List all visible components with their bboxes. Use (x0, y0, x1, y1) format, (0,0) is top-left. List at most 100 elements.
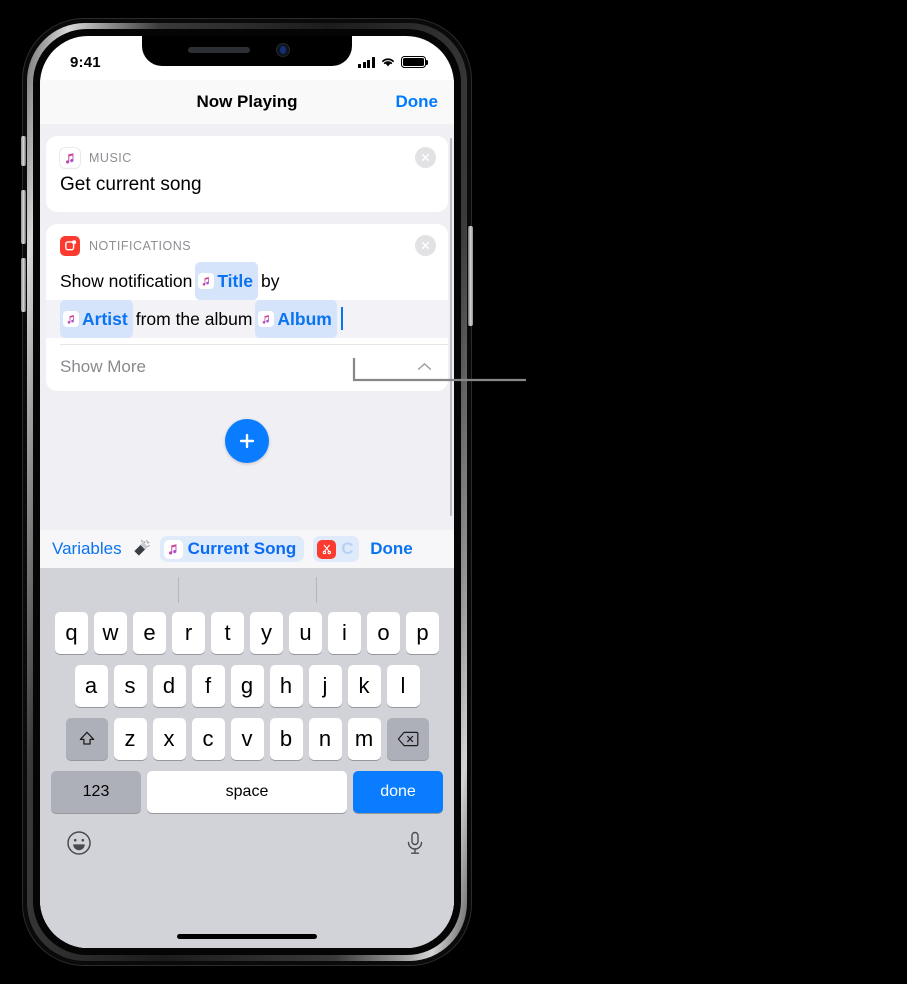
key-q[interactable]: q (55, 612, 88, 654)
key-k[interactable]: k (347, 665, 381, 707)
add-action-row (46, 393, 448, 463)
onscreen-keyboard: qwertyuiop asdfghjkl zxcvbnm 123 space d… (40, 568, 454, 948)
phone-screen: 9:41 Now Playing Done MUSIC Get current … (40, 36, 454, 948)
add-action-button[interactable] (225, 418, 269, 463)
key-h[interactable]: h (269, 665, 303, 707)
key-d[interactable]: d (152, 665, 186, 707)
keyboard-done-key[interactable]: done (353, 771, 443, 813)
status-time: 9:41 (70, 53, 101, 71)
key-j[interactable]: j (308, 665, 342, 707)
key-a[interactable]: a (74, 665, 108, 707)
keyboard-row-1: qwertyuiop (40, 612, 454, 654)
home-indicator[interactable] (177, 934, 317, 939)
key-l[interactable]: l (386, 665, 420, 707)
action-title: Get current song (60, 174, 202, 195)
key-n[interactable]: n (308, 718, 342, 760)
notification-text-editor[interactable]: Show notification Title by Artist from t… (46, 258, 448, 344)
key-z[interactable]: z (113, 718, 147, 760)
key-r[interactable]: r (172, 612, 205, 654)
ringer-switch[interactable] (21, 136, 26, 166)
variables-toolbar: Variables Current Song C Done (40, 530, 454, 568)
notification-suffix-text: by (260, 270, 280, 291)
action-card-header: NOTIFICATIONS (46, 224, 448, 258)
backspace-key[interactable] (386, 718, 429, 760)
key-g[interactable]: g (230, 665, 264, 707)
emoji-smiley-icon[interactable] (66, 830, 92, 856)
key-u[interactable]: u (289, 612, 322, 654)
key-i[interactable]: i (328, 612, 361, 654)
backspace-icon (397, 731, 418, 747)
notification-text-line-2: Artist from the album Album (46, 299, 448, 338)
variable-token-label: Title (217, 270, 253, 291)
earpiece-speaker-icon (188, 47, 250, 53)
remove-action-button[interactable] (415, 234, 436, 256)
numbers-key[interactable]: 123 (51, 771, 141, 813)
notch (142, 36, 352, 66)
volume-up-button[interactable] (21, 190, 26, 244)
show-more-row[interactable]: Show More (46, 345, 448, 391)
keyboard-row-4: 123 space done (40, 771, 454, 813)
variable-token-album[interactable]: Album (255, 299, 337, 338)
music-note-icon (163, 539, 183, 559)
key-s[interactable]: s (113, 665, 147, 707)
vertical-scrollbar[interactable] (449, 138, 452, 516)
shift-key[interactable] (65, 718, 108, 760)
nav-done-button[interactable]: Done (396, 92, 439, 112)
keyboard-bottom-bar (40, 824, 454, 856)
page-title: Now Playing (196, 92, 298, 111)
variable-token-title[interactable]: Title (195, 261, 258, 300)
keyboard-row-3: zxcvbnm (40, 718, 454, 760)
magic-wand-icon[interactable] (131, 539, 151, 559)
shortcut-editor: MUSIC Get current song NOTIFICATIONS Sho… (40, 124, 454, 948)
predictive-divider (178, 577, 179, 603)
predictive-text-bar[interactable] (40, 568, 454, 612)
action-category-label: NOTIFICATIONS (89, 238, 192, 253)
action-card-music[interactable]: MUSIC Get current song (46, 136, 448, 212)
variable-token-clipboard[interactable]: C (313, 536, 360, 562)
key-e[interactable]: e (133, 612, 166, 654)
notification-prefix-text: Show notification (60, 270, 193, 291)
close-icon (421, 241, 430, 249)
predictive-divider (316, 577, 317, 603)
key-y[interactable]: y (250, 612, 283, 654)
key-f[interactable]: f (191, 665, 225, 707)
battery-full-icon (401, 56, 429, 68)
side-power-button[interactable] (468, 226, 473, 326)
space-key[interactable]: space (147, 771, 347, 813)
key-t[interactable]: t (211, 612, 244, 654)
music-app-icon (60, 148, 80, 168)
actions-scroll-area[interactable]: MUSIC Get current song NOTIFICATIONS Sho… (40, 124, 454, 644)
volume-down-button[interactable] (21, 258, 26, 312)
remove-action-button[interactable] (415, 147, 436, 168)
key-x[interactable]: x (152, 718, 186, 760)
screenshot-root: 9:41 Now Playing Done MUSIC Get current … (0, 0, 907, 984)
key-b[interactable]: b (269, 718, 303, 760)
keyboard-letters-row-3: zxcvbnm (113, 718, 381, 760)
key-c[interactable]: c (191, 718, 225, 760)
keyboard-row-2: asdfghjkl (40, 665, 454, 707)
notification-middle-text: from the album (135, 308, 253, 329)
variable-token-label: Artist (82, 308, 128, 329)
variables-done-button[interactable]: Done (370, 539, 413, 559)
variables-label[interactable]: Variables (52, 539, 122, 559)
variable-token-label: Album (277, 308, 332, 329)
chevron-up-icon (417, 363, 432, 371)
notification-text-line-1: Show notification Title by (60, 261, 434, 300)
show-more-label: Show More (60, 356, 146, 376)
key-w[interactable]: w (94, 612, 127, 654)
notifications-app-icon (60, 235, 80, 256)
key-p[interactable]: p (406, 612, 439, 654)
front-camera-icon (277, 44, 289, 56)
action-card-header: MUSIC (46, 136, 448, 170)
microphone-icon[interactable] (402, 830, 428, 856)
variable-token-artist[interactable]: Artist (60, 299, 133, 338)
action-card-notifications[interactable]: NOTIFICATIONS Show notification Title by… (46, 223, 448, 391)
key-v[interactable]: v (230, 718, 264, 760)
wifi-icon (382, 58, 394, 67)
variable-token-label: C (341, 539, 354, 558)
action-category-label: MUSIC (89, 151, 132, 165)
shift-arrow-icon (79, 731, 94, 745)
key-o[interactable]: o (367, 612, 400, 654)
variable-token-current-song[interactable]: Current Song (159, 536, 305, 562)
key-m[interactable]: m (347, 718, 381, 760)
